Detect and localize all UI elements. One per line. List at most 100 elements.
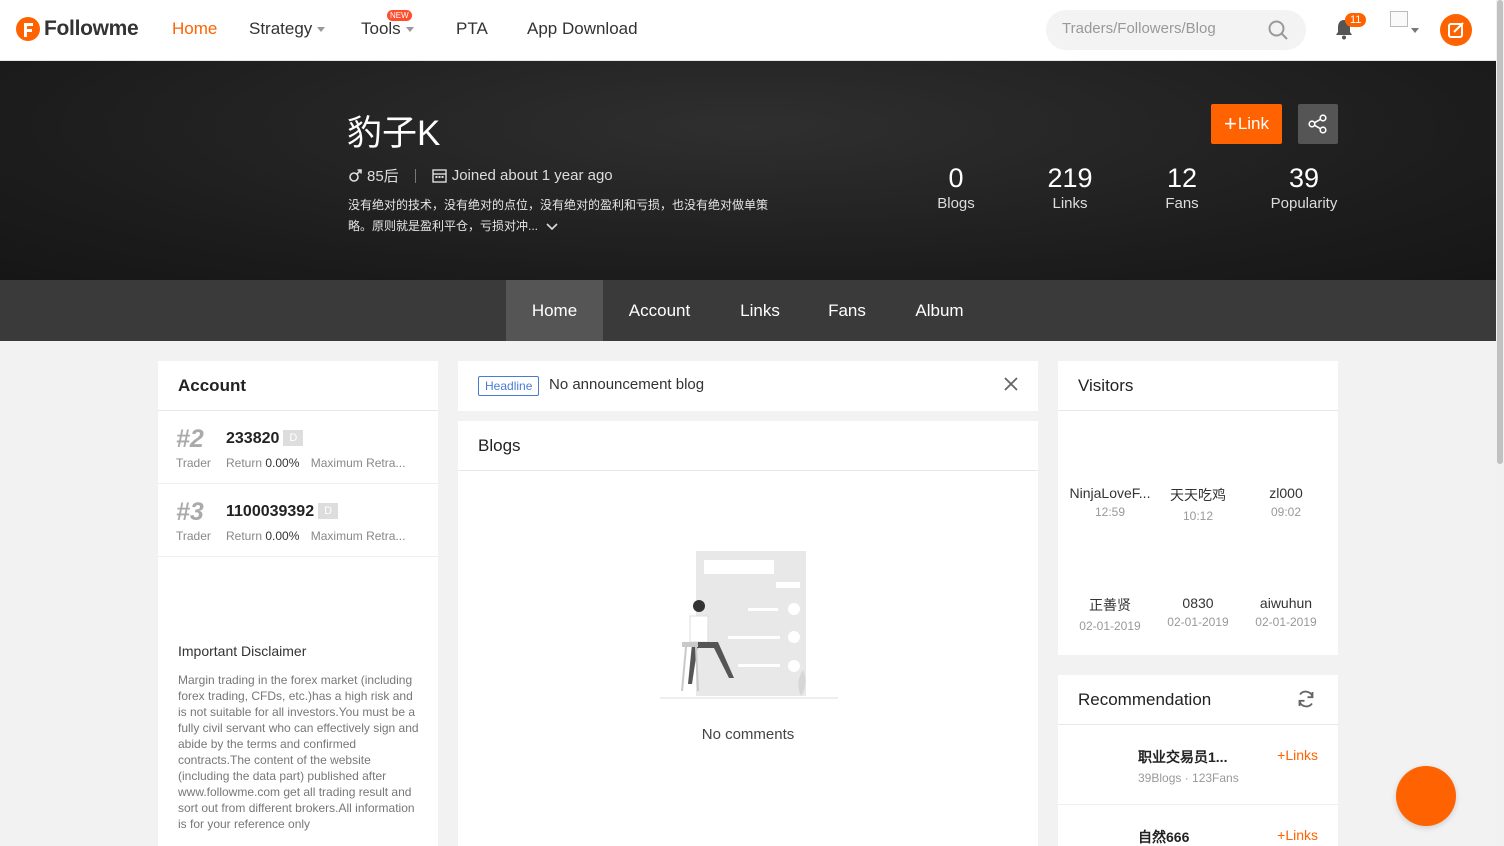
link-button[interactable]: + Link xyxy=(1211,104,1282,144)
share-button[interactable] xyxy=(1298,104,1338,144)
account-row[interactable]: #2 Trader 233820 D Return 0.00% Maximum R… xyxy=(158,411,438,484)
link-button-label: Link xyxy=(1237,114,1270,133)
stat-popularity[interactable]: 39 Popularity xyxy=(1264,163,1344,212)
tab-links[interactable]: Links xyxy=(720,280,800,341)
followme-logo-icon xyxy=(16,17,40,41)
plus-icon: + xyxy=(1223,111,1237,136)
disclaimer-body: Margin trading in the forex market (incl… xyxy=(178,673,419,831)
profile-age-group: 85后 xyxy=(367,168,399,185)
floating-action-button[interactable] xyxy=(1396,766,1456,826)
close-icon[interactable] xyxy=(1004,377,1018,391)
search-input[interactable] xyxy=(1062,20,1262,37)
nav-pta[interactable]: PTA xyxy=(456,19,488,39)
recommendation-name: 职业交易员1... xyxy=(1138,749,1228,765)
nav-tools[interactable]: Tools NEW xyxy=(361,10,414,39)
nav-strategy-label: Strategy xyxy=(249,19,313,38)
visitor-item[interactable]: 天天吃鸡 10:12 xyxy=(1154,485,1242,523)
account-id-wrap: 233820 D xyxy=(226,430,304,448)
scrollbar-thumb[interactable] xyxy=(1497,0,1503,464)
account-id: 233820 xyxy=(226,430,280,447)
visitor-item[interactable]: aiwuhun 02-01-2019 xyxy=(1242,595,1330,629)
stat-label: Fans xyxy=(1165,195,1199,212)
return-label: Return xyxy=(226,529,263,543)
account-row[interactable]: #3 Trader 1100039392 D Return 0.00% Maxim… xyxy=(158,484,438,557)
visitor-item[interactable]: NinjaLoveF... 12:59 xyxy=(1066,485,1154,519)
chevron-down-icon xyxy=(405,27,414,33)
headline-tag: Headline xyxy=(478,376,540,396)
blogs-card-title: Blogs xyxy=(458,421,1038,471)
account-rank: #2 xyxy=(176,425,204,453)
stat-label: Links xyxy=(1052,195,1088,212)
tab-fans[interactable]: Fans xyxy=(812,280,882,341)
notification-count-badge: 11 xyxy=(1345,13,1367,27)
profile-header: 豹子K 85后 Joined about 1 year ago 没有绝对的技术，… xyxy=(0,61,1496,280)
avatar[interactable] xyxy=(1390,11,1408,27)
new-badge: NEW xyxy=(387,10,412,21)
disclaimer-title: Important Disclaimer xyxy=(178,643,307,659)
recommendation-item[interactable]: 自然666 +Links xyxy=(1058,805,1338,846)
search-icon[interactable] xyxy=(1268,20,1288,40)
return-value: 0.00% xyxy=(265,456,300,470)
followme-logo[interactable]: Followme xyxy=(14,14,139,44)
max-drawdown-label: Maximum Retra... xyxy=(310,456,406,470)
account-metrics: Return 0.00% Maximum Retra... xyxy=(226,529,405,543)
recommendation-item[interactable]: 职业交易员1... 39Blogs · 123Fans +Links xyxy=(1058,725,1338,805)
nav-strategy[interactable]: Strategy xyxy=(249,19,326,39)
follow-link-label: Links xyxy=(1285,827,1318,843)
meta-divider xyxy=(414,168,416,183)
visitor-item[interactable]: 正善贤 02-01-2019 xyxy=(1066,595,1154,633)
return-label: Return xyxy=(226,456,263,470)
profile-tabs: Home Account Links Fans Album xyxy=(0,280,1496,341)
page-scrollbar[interactable] xyxy=(1496,0,1504,846)
recommendation-name: 自然666 xyxy=(1138,829,1190,845)
expand-chevron-icon[interactable] xyxy=(545,222,559,232)
visitor-name: 天天吃鸡 xyxy=(1170,487,1226,503)
visitor-item[interactable]: 0830 02-01-2019 xyxy=(1154,595,1242,629)
refresh-icon[interactable] xyxy=(1296,689,1316,709)
follow-link-button[interactable]: +Links xyxy=(1277,747,1318,763)
stat-fans[interactable]: 12 Fans xyxy=(1152,163,1212,212)
visitor-time: 02-01-2019 xyxy=(1255,615,1317,629)
profile-joined: Joined about 1 year ago xyxy=(451,167,613,184)
write-post-button[interactable] xyxy=(1440,14,1472,46)
visitor-time: 02-01-2019 xyxy=(1167,615,1229,629)
stat-value: 219 xyxy=(1047,163,1093,193)
visitor-name: 正善贤 xyxy=(1089,597,1131,613)
stat-label: Blogs xyxy=(937,195,975,212)
stat-label: Popularity xyxy=(1270,195,1338,212)
account-type-badge: D xyxy=(318,503,339,519)
max-drawdown-label: Maximum Retra... xyxy=(310,529,406,543)
nav-tools-label: Tools xyxy=(361,19,401,38)
nav-app-download[interactable]: App Download xyxy=(527,19,638,39)
tab-home[interactable]: Home xyxy=(506,280,603,341)
announcement-text: No announcement blog xyxy=(549,376,705,393)
stat-value: 12 xyxy=(1166,163,1198,193)
visitor-item[interactable]: zl000 09:02 xyxy=(1242,485,1330,519)
tab-album[interactable]: Album xyxy=(898,280,981,341)
recommendation-card: Recommendation 职业交易员1... 39Blogs · 123Fa… xyxy=(1058,675,1338,846)
account-id: 1100039392 xyxy=(226,503,315,520)
visitor-name: aiwuhun xyxy=(1259,595,1313,611)
empty-state-text: No comments xyxy=(701,726,795,743)
account-rank: #3 xyxy=(176,498,204,526)
visitor-name: zl000 xyxy=(1269,485,1303,501)
visitor-time: 12:59 xyxy=(1094,505,1126,519)
account-id-wrap: 1100039392 D xyxy=(226,503,339,521)
stat-value: 39 xyxy=(1288,163,1320,193)
account-role: Trader xyxy=(176,456,211,470)
visitor-time: 09:02 xyxy=(1270,505,1302,519)
calendar-icon xyxy=(431,169,447,183)
stat-links[interactable]: 219 Links xyxy=(1035,163,1105,212)
stat-blogs[interactable]: 0 Blogs xyxy=(926,163,986,212)
edit-icon xyxy=(1448,22,1464,38)
chevron-down-icon[interactable] xyxy=(1411,28,1419,33)
share-icon xyxy=(1308,114,1327,134)
search-box xyxy=(1046,10,1306,50)
visitors-card: Visitors NinjaLoveF... 12:59 天天吃鸡 10:12 … xyxy=(1058,361,1338,655)
tab-account[interactable]: Account xyxy=(612,280,707,341)
empty-state-illustration xyxy=(660,551,838,699)
visitor-time: 10:12 xyxy=(1182,509,1214,523)
account-metrics: Return 0.00% Maximum Retra... xyxy=(226,456,405,470)
nav-home[interactable]: Home xyxy=(172,19,217,39)
follow-link-button[interactable]: +Links xyxy=(1277,827,1318,843)
